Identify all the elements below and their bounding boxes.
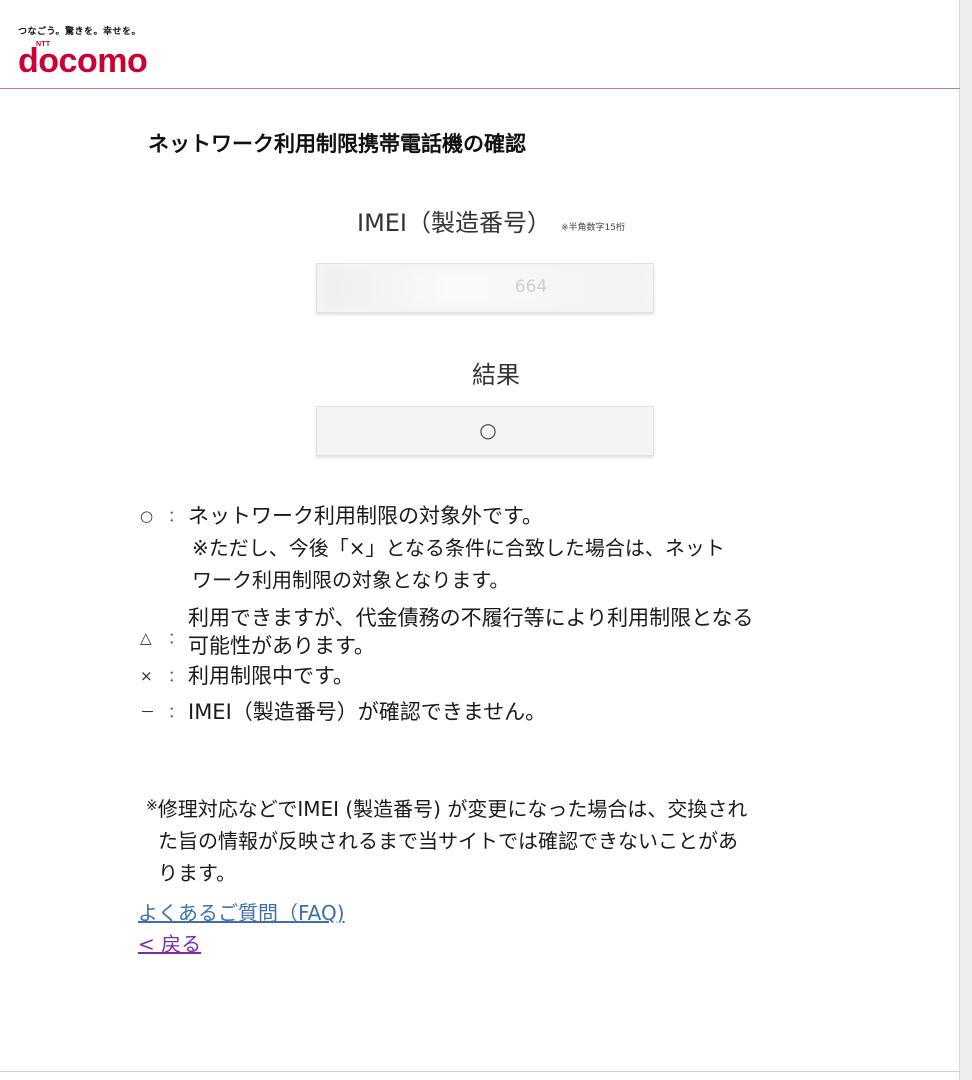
legend-colon: ： [168,703,184,721]
circle-symbol: ○ [140,507,154,525]
imei-change-notice: ※修理対応などでIMEI (製造番号) が変更になった場合は、交換され た旨の情… [146,790,846,889]
legend-item-triangle: △ ： 利用できますが、代金債務の不履行等により利用制限となる 可能性があります… [140,602,840,658]
brand-tagline: つなごう。驚きを。幸せを。 [18,27,141,37]
legend-circle-note-line1: ※ただし、今後「×」となる条件に合致した場合は、ネット [192,536,725,560]
legend-text: ネットワーク利用制限の対象外です。 [188,504,543,528]
legend-text: IMEI（製造番号）が確認できません。 [188,700,547,724]
faq-link[interactable]: よくあるご質問（FAQ) [138,897,345,926]
notice-line3: ります。 [158,861,236,885]
notice-mark: ※ [146,798,158,814]
page-title: ネットワーク利用制限携帯電話機の確認 [148,132,526,156]
legend-colon: ： [168,507,184,525]
notice-line2: た旨の情報が反映されるまで当サイトでは確認できないことがあ [158,829,738,853]
legend-item-circle: ○ ： ネットワーク利用制限の対象外です。 [140,500,840,532]
notice-line1: 修理対応などでIMEI (製造番号) が変更になった場合は、交換され [157,797,748,821]
header-divider [0,88,960,89]
result-legend: ○ ： ネットワーク利用制限の対象外です。 ※ただし、今後「×」となる条件に合致… [140,500,840,728]
back-link[interactable]: < 戻る [138,928,201,957]
result-field: ○ [316,406,654,456]
scrollbar-edge[interactable] [959,0,972,1080]
cross-symbol: × [140,667,153,685]
docomo-logo[interactable]: NTT docomo [18,41,148,78]
legend-text: 利用制限中です。 [188,664,354,688]
logo-ntt-text: NTT [36,41,51,48]
triangle-symbol: △ [140,629,152,647]
imei-label-row: IMEI（製造番号） ※半角数字15桁 [0,203,972,238]
imei-field[interactable]: 664 [316,263,654,313]
legend-text-line2: 可能性があります。 [188,634,375,658]
result-value: ○ [479,418,497,442]
legend-circle-note-line2: ワーク利用制限の対象となります。 [192,568,510,592]
page: つなごう。驚きを。幸せを。 NTT docomo ネットワーク利用制限携帯電話機… [0,0,972,1080]
footer-divider [0,1071,960,1072]
result-label: 結果 [472,361,520,389]
legend-colon: ： [168,667,184,685]
legend-item-dash: － ： IMEI（製造番号）が確認できません。 [140,696,840,728]
imei-note: ※半角数字15桁 [561,223,626,233]
imei-value: 664 [514,277,548,297]
imei-label: IMEI（製造番号） [356,209,552,237]
legend-colon: ： [168,629,184,647]
legend-text-line1: 利用できますが、代金債務の不履行等により利用制限となる [188,606,754,630]
legend-item-cross: × ： 利用制限中です。 [140,660,840,692]
dash-symbol: － [140,703,156,721]
